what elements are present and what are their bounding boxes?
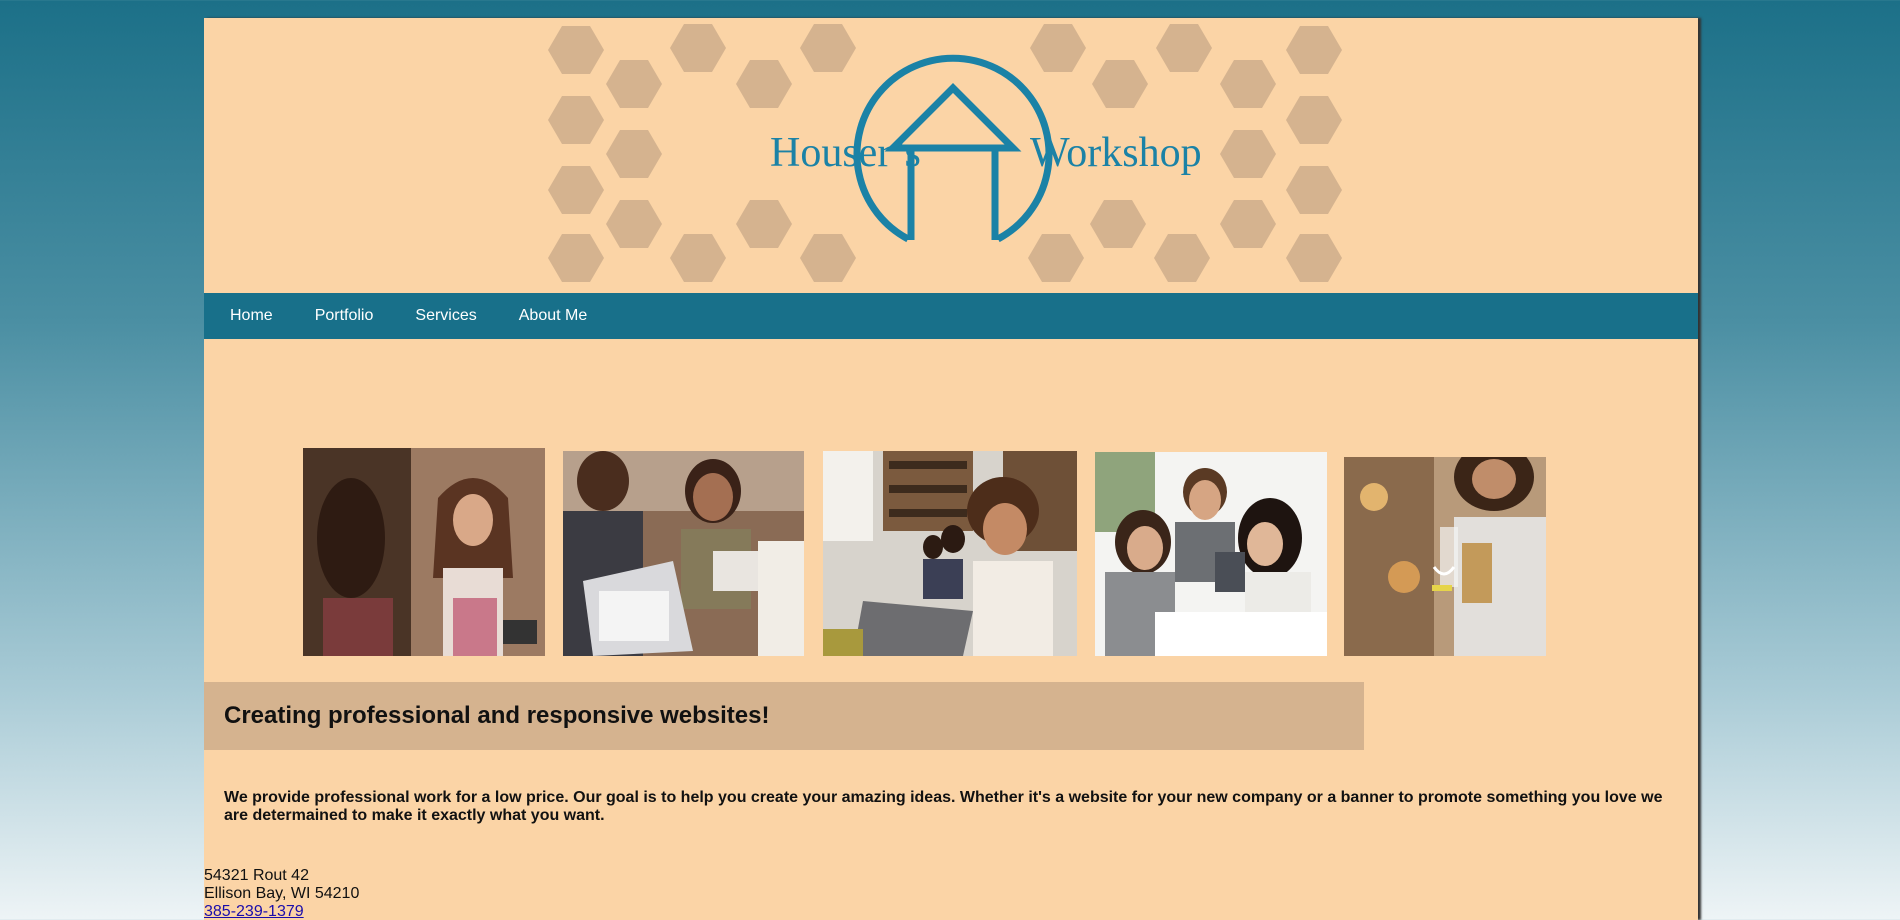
address-city: Ellison Bay, WI 54210 xyxy=(204,885,360,902)
brand-name-right: Workshop xyxy=(1030,130,1202,176)
nav-item-about-me[interactable]: About Me xyxy=(519,307,587,325)
contact-address: 54321 Rout 42 Ellison Bay, WI 54210 385-… xyxy=(204,867,359,920)
photo-shop-owner-with-tablet xyxy=(303,448,545,656)
photo-handshake-meeting xyxy=(563,451,804,656)
header-banner: Houser’s Workshop xyxy=(540,18,1364,292)
brand-name-left: Houser’s xyxy=(770,130,921,176)
photo-woman-using-phone xyxy=(1344,457,1546,656)
tagline-bar: Creating professional and responsive web… xyxy=(204,682,1364,750)
nav-item-home[interactable]: Home xyxy=(230,307,273,325)
tagline-heading: Creating professional and responsive web… xyxy=(224,702,770,729)
phone-link[interactable]: 385-239-1379 xyxy=(204,903,304,920)
intro-description: We provide professional work for a low p… xyxy=(224,789,1663,824)
hexagon-pattern xyxy=(548,24,1342,282)
page-container: Houser’s Workshop Home Portfolio Service… xyxy=(204,18,1698,920)
nav-item-services[interactable]: Services xyxy=(415,307,476,325)
logo-banner-graphic: Houser’s Workshop xyxy=(548,24,1342,282)
photo-people-working-laptops xyxy=(823,451,1077,656)
address-street: 54321 Rout 42 xyxy=(204,867,309,884)
main-nav: Home Portfolio Services About Me xyxy=(204,293,1698,339)
photo-team-looking-at-laptop xyxy=(1095,452,1327,656)
nav-item-portfolio[interactable]: Portfolio xyxy=(315,307,374,325)
